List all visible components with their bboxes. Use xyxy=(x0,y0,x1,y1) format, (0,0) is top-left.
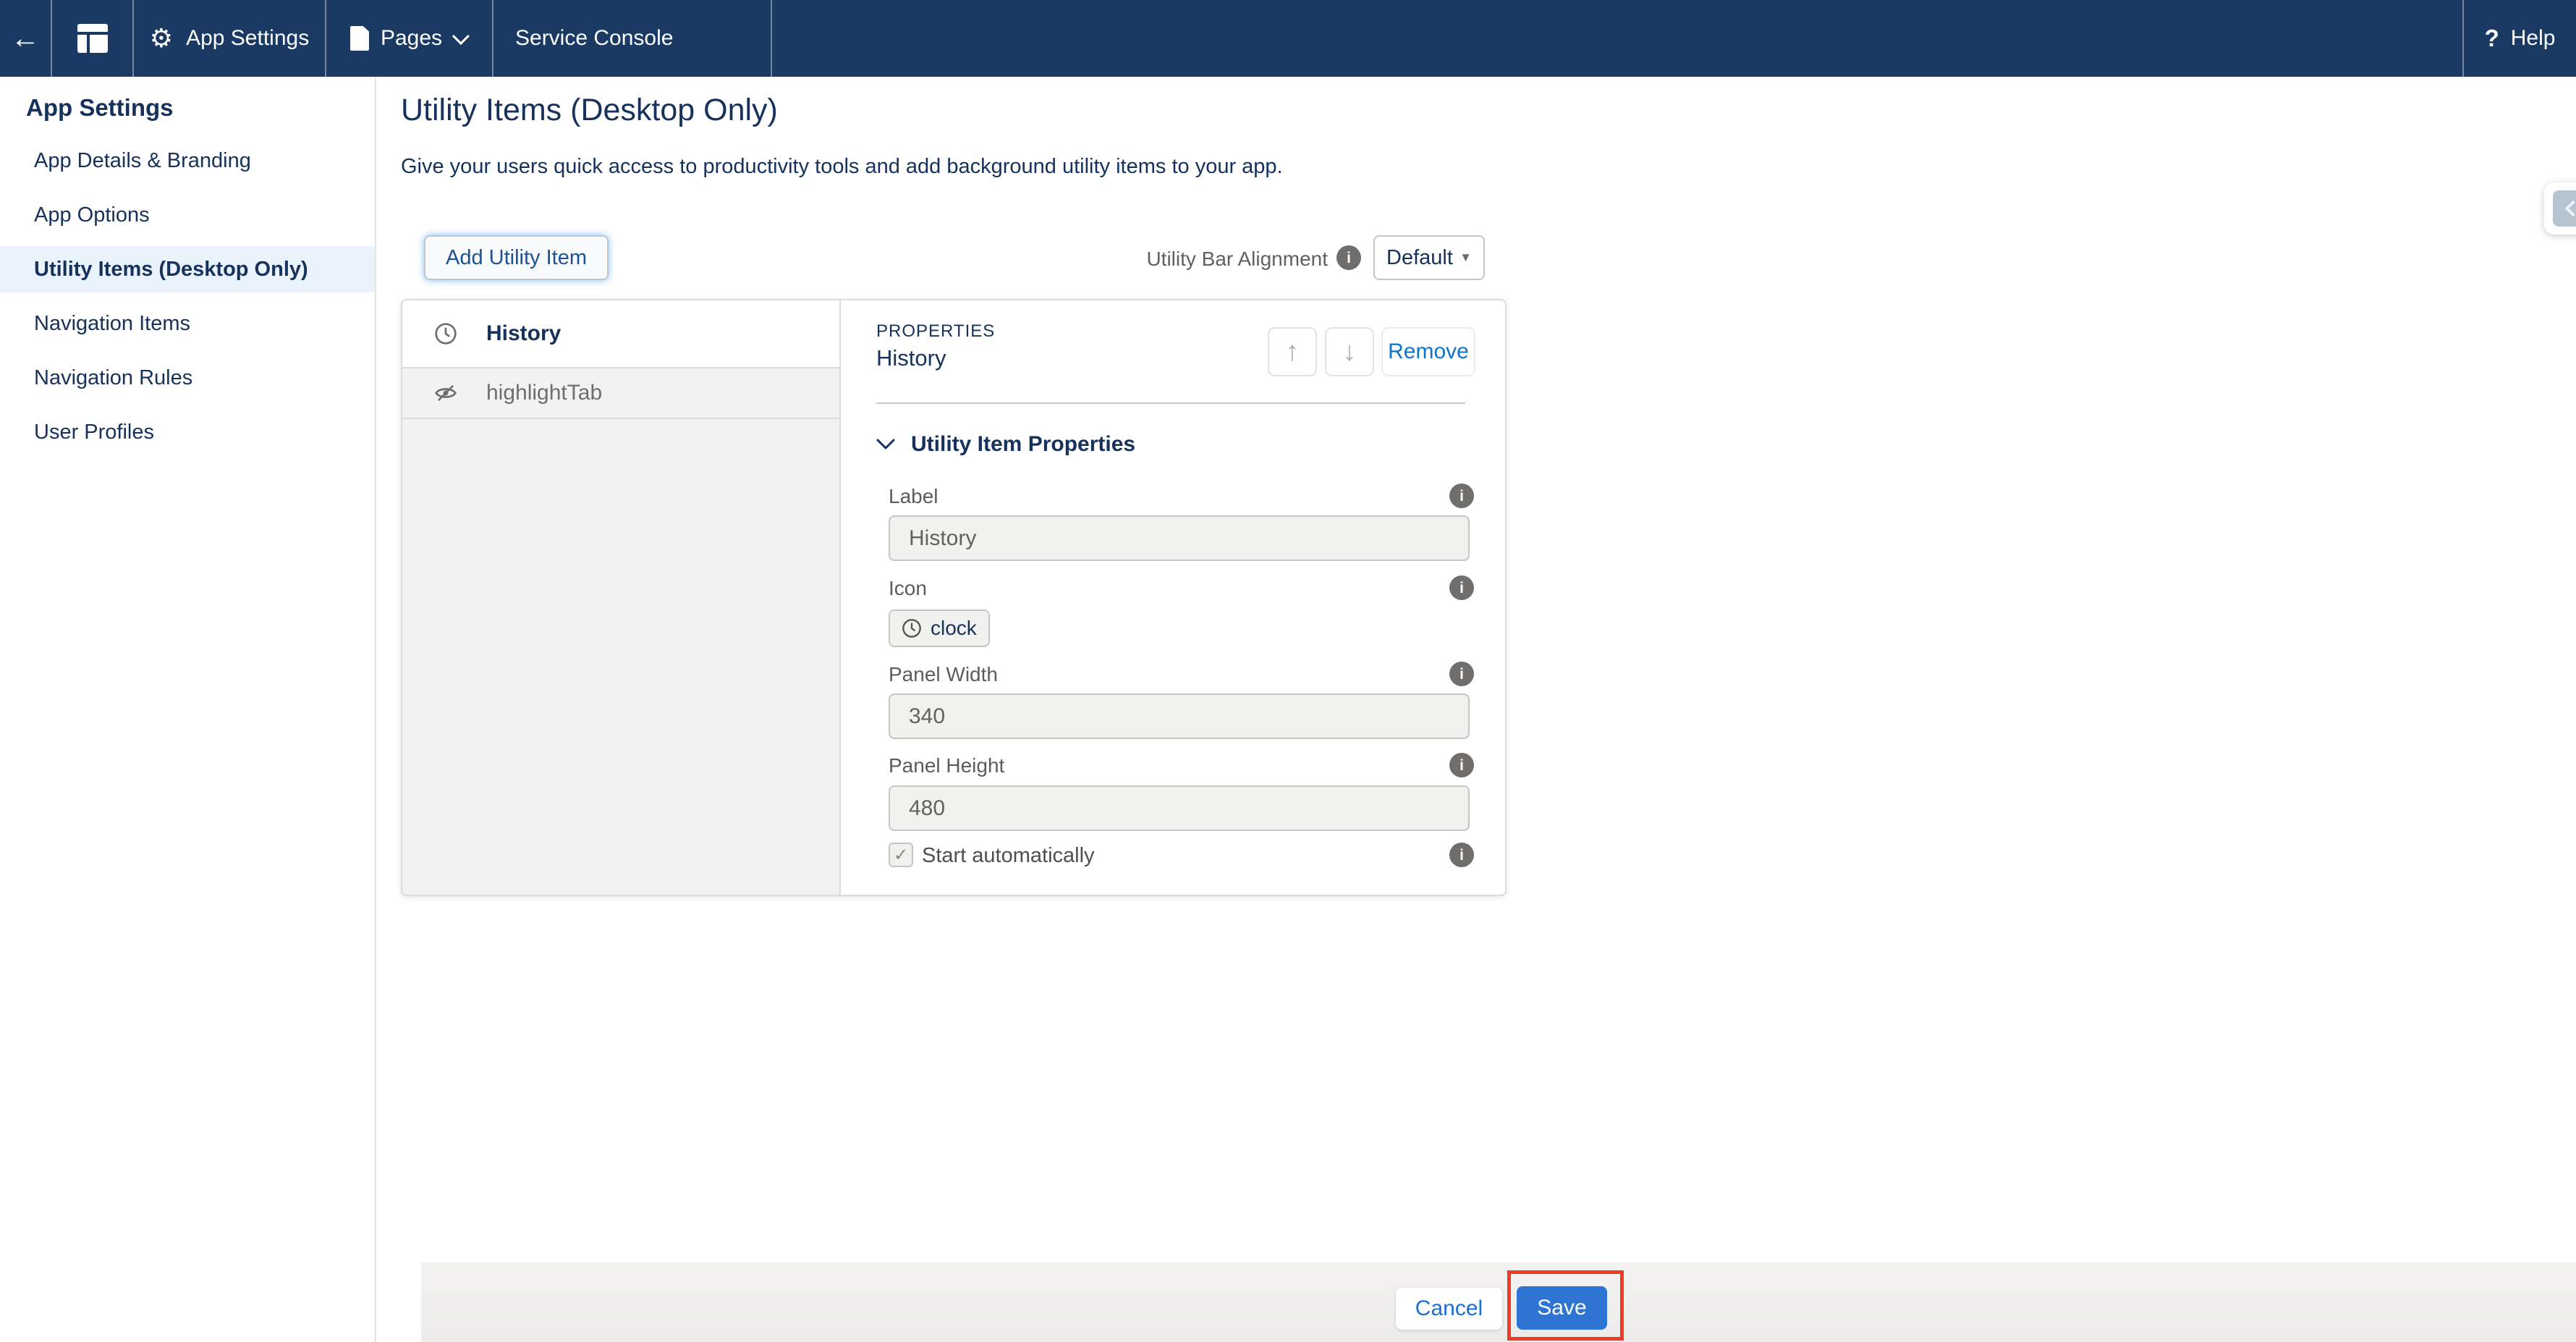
help-button[interactable]: ? Help xyxy=(2462,0,2576,77)
alignment-selected-value: Default xyxy=(1386,246,1453,270)
icon-info-icon[interactable]: i xyxy=(1449,575,1474,600)
app-name-label: Service Console xyxy=(515,26,673,51)
page-title: Utility Items (Desktop Only) xyxy=(401,93,778,128)
utility-item-list: History highlightTab xyxy=(402,300,841,895)
icon-field-label: Icon xyxy=(889,577,927,600)
utility-item-label: highlightTab xyxy=(486,381,602,405)
panel-width-input[interactable] xyxy=(889,693,1470,739)
expand-panel-toggle[interactable] xyxy=(2544,182,2576,235)
utility-item-properties-section-toggle[interactable]: Utility Item Properties xyxy=(876,432,1135,457)
topbar-spacer xyxy=(772,0,2462,77)
label-info-icon[interactable]: i xyxy=(1449,484,1474,508)
sidebar-item-navigation-items[interactable]: Navigation Items xyxy=(0,300,375,347)
tab-pages[interactable]: Pages xyxy=(326,0,493,77)
save-button[interactable]: Save xyxy=(1517,1286,1607,1330)
app-name-segment: Service Console xyxy=(493,0,772,77)
start-automatically-info-icon[interactable]: i xyxy=(1449,843,1474,867)
panel-width-label: Panel Width xyxy=(889,663,998,686)
clock-icon xyxy=(902,618,922,638)
chevron-down-icon xyxy=(876,438,895,451)
expand-panel-toggle-inner xyxy=(2553,190,2576,227)
move-down-button[interactable]: ↓ xyxy=(1325,327,1374,376)
properties-pane: PROPERTIES History ↑ ↓ Remove Utility It… xyxy=(842,300,1505,895)
app-layout-icon xyxy=(77,24,108,53)
checkbox-check-icon: ✓ xyxy=(894,845,908,866)
back-button[interactable]: ← xyxy=(0,0,52,77)
sidebar-item-app-details-branding[interactable]: App Details & Branding xyxy=(0,138,375,184)
start-automatically-label: Start automatically xyxy=(922,844,1095,868)
tab-app-settings[interactable]: ⚙ App Settings xyxy=(134,0,326,77)
utility-list-item-history[interactable]: History xyxy=(402,300,839,368)
icon-picker-button[interactable]: clock xyxy=(889,609,990,647)
move-up-button[interactable]: ↑ xyxy=(1268,327,1317,376)
properties-divider xyxy=(876,402,1465,404)
select-caret-icon: ▼ xyxy=(1459,250,1472,265)
chevron-down-icon xyxy=(454,31,468,46)
gear-icon: ⚙ xyxy=(150,25,173,51)
alignment-select[interactable]: Default ▼ xyxy=(1373,235,1485,280)
utility-bar-alignment-label: Utility Bar Alignment xyxy=(1129,248,1328,271)
sidebar-item-utility-items[interactable]: Utility Items (Desktop Only) xyxy=(0,246,375,292)
clock-icon xyxy=(434,322,457,345)
properties-item-name: History xyxy=(876,345,946,371)
panel-height-input[interactable] xyxy=(889,785,1470,831)
label-input[interactable] xyxy=(889,515,1470,561)
top-navigation-bar: ← ⚙ App Settings Pages Service Console ?… xyxy=(0,0,2576,77)
icon-picker-value: clock xyxy=(931,617,977,640)
page-subtitle: Give your users quick access to producti… xyxy=(401,155,1283,179)
label-field-label: Label xyxy=(889,485,939,508)
add-utility-item-button[interactable]: Add Utility Item xyxy=(424,235,609,280)
sidebar-item-user-profiles[interactable]: User Profiles xyxy=(0,409,375,455)
app-manager-screen: ← ⚙ App Settings Pages Service Console ?… xyxy=(0,0,2576,1342)
back-arrow-icon: ← xyxy=(11,22,40,55)
section-title: Utility Item Properties xyxy=(911,432,1135,457)
help-label: Help xyxy=(2511,26,2556,51)
cancel-button[interactable]: Cancel xyxy=(1396,1288,1502,1330)
sidebar-item-app-options[interactable]: App Options xyxy=(0,192,375,238)
panel-height-label: Panel Height xyxy=(889,754,1004,777)
sidebar-item-navigation-rules[interactable]: Navigation Rules xyxy=(0,355,375,401)
up-arrow-icon: ↑ xyxy=(1286,337,1300,368)
panel-height-info-icon[interactable]: i xyxy=(1449,753,1474,777)
utility-item-label: History xyxy=(486,321,561,346)
utility-items-panel: History highlightTab PROPERTIES History … xyxy=(401,299,1507,896)
help-question-icon: ? xyxy=(2485,25,2499,52)
chevron-left-icon xyxy=(2565,201,2576,217)
tab-pages-label: Pages xyxy=(381,26,442,51)
panel-width-info-icon[interactable]: i xyxy=(1449,662,1474,686)
down-arrow-icon: ↓ xyxy=(1343,337,1357,368)
properties-eyebrow: PROPERTIES xyxy=(876,321,995,342)
page-icon xyxy=(350,26,369,51)
eye-slash-icon xyxy=(434,381,457,405)
sidebar-heading: App Settings xyxy=(26,94,174,122)
start-automatically-checkbox[interactable]: ✓ xyxy=(889,843,913,867)
remove-button[interactable]: Remove xyxy=(1381,327,1475,376)
utility-list-item-highlighttab[interactable]: highlightTab xyxy=(402,368,839,419)
settings-sidebar: App Settings App Details & Branding App … xyxy=(0,77,376,1342)
alignment-info-icon[interactable]: i xyxy=(1336,245,1361,270)
tab-app-settings-label: App Settings xyxy=(186,26,309,51)
app-canvas-button[interactable] xyxy=(52,0,134,77)
